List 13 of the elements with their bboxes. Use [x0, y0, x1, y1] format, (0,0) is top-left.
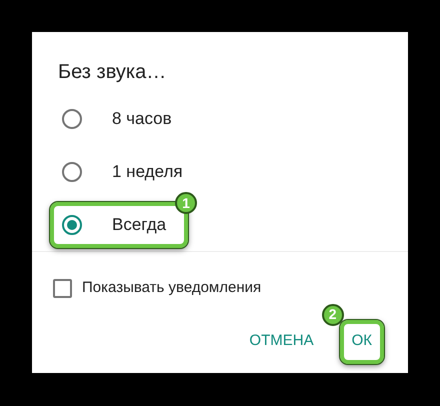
dialog-title: Без звука… [58, 61, 166, 83]
radio-button[interactable] [62, 108, 82, 128]
dialog-button[interactable]: ОК [344, 324, 380, 360]
option-label[interactable]: 1 неделя [112, 158, 183, 184]
number-badge: 1 [175, 192, 197, 214]
radio-button[interactable] [62, 162, 82, 182]
option-label[interactable]: 8 часов [112, 106, 172, 132]
radio-button[interactable] [62, 214, 82, 234]
checkbox-label[interactable]: Показывать уведомления [82, 277, 262, 300]
dialog-button[interactable]: ОТМЕНА [241, 324, 322, 360]
number-badge: 2 [322, 304, 344, 326]
option-label[interactable]: Всегда [112, 212, 166, 238]
checkbox[interactable] [53, 278, 72, 298]
